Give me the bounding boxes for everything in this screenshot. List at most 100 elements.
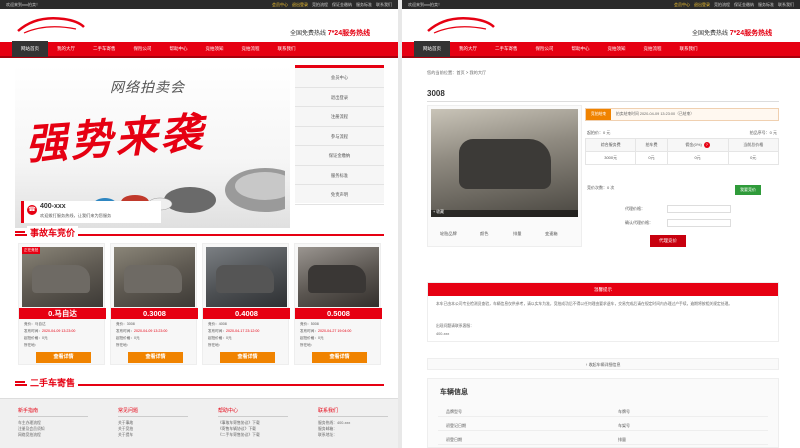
logo-car-icon[interactable] [16,13,86,37]
confirm-price-input[interactable] [667,219,731,227]
service-link[interactable]: 服务标准 [356,2,372,8]
card-date-line: 发布时间：2020-04-09 13:23:00 [116,329,168,333]
tab-color[interactable]: 颜色 [480,231,488,237]
hotline: 全国免费热线 7*24服务热线 [290,30,371,37]
nav-insurance[interactable]: 保险公司 [125,41,161,57]
view-details-button[interactable]: 查看详情 [128,352,183,363]
auction-card[interactable]: 0.4008 竞价：4008 发布时间：2020-04-17 23:12:00 … [202,243,290,365]
nav-flow[interactable]: 竞拍流程 [635,41,671,57]
bid-panel: 竞拍结束 拍卖结束时间 2020-04-09 13:23:00（已结束） 起拍价… [584,105,780,247]
footer-text: 联系地址： [318,433,337,437]
nav-used-cars[interactable]: 二手车寄售 [84,41,125,57]
vehicle-info: 车辆信息 品牌型号 车牌号 初登记日期 车架号 初登日期 排量 [427,378,779,448]
side-member-center[interactable]: 会员中心 [295,68,384,88]
side-service[interactable]: 服务标准 [295,166,384,185]
footer-link[interactable]: 《二手车寄售协议》下载 [218,432,288,438]
tab-tire[interactable]: 轮胎品牌 [440,231,457,237]
nav-home[interactable]: 网站首页 [414,41,450,57]
nav-help[interactable]: 帮助中心 [161,41,197,57]
footer-link[interactable]: 网络竞拍流程 [18,432,88,438]
card-date-line: 发布时间：2020-04-17 23:12:00 [208,329,260,333]
home-page: 欢迎来到xxx拍卖！ 会员中心 退出登录 竞拍流程 保证金缴纳 服务标准 联系我… [0,0,398,448]
side-participate[interactable]: 参与流程 [295,127,384,146]
logout-link[interactable]: 退出登录 [292,2,308,8]
card-line-3: 起拍价格：0元 [116,336,140,340]
fee-header: 综合服务费 [584,138,637,152]
banner-phone-desc: 欢迎拨打服务热线，让我们来为您服务 [40,213,112,218]
deposit-link[interactable]: 保证金缴纳 [734,2,754,8]
auction-card[interactable]: 正在竞拍 0.马自达 竞价：马自达 发布时间：2020-04-09 13:23:… [18,243,106,365]
footer-heading: 新手指南 [18,407,88,417]
side-register[interactable]: 注册流程 [295,107,384,127]
bid-flow-link[interactable]: 竞拍流程 [714,2,730,8]
side-disclaimer[interactable]: 免责声明 [295,185,384,205]
bid-flow-link[interactable]: 竞拍流程 [312,2,328,8]
card-line-1: 竞价：马自达 [24,322,46,326]
status-badge: 竞拍结束 [586,109,611,120]
logout-link[interactable]: 退出登录 [694,2,710,8]
service-link[interactable]: 服务标准 [758,2,774,8]
collapse-toggle[interactable]: ↑ 收起车辆详细信息 [427,358,779,370]
main-car-photo[interactable] [431,109,578,217]
breadcrumb[interactable]: 您的当前位置：首页 > 我的大厅 [427,70,486,76]
member-center-link[interactable]: 会员中心 [674,2,690,8]
notice-contact: 出现问题请联系客服： [436,324,474,328]
nav-notice[interactable]: 竞拍须知 [599,41,635,57]
logo-car-icon[interactable] [426,13,496,37]
footer-link[interactable]: 关于提车 [118,432,188,438]
card-price: 0.马自达 [19,308,106,319]
side-deposit[interactable]: 保证金缴纳 [295,146,384,166]
fee-header: 当前总价格 [727,138,780,152]
member-center-link[interactable]: 会员中心 [272,2,288,8]
fee-header: 佣金(0%)? [666,138,729,152]
screenshot: 欢迎来到xxx拍卖！ 会员中心 退出登录 竞拍流程 保证金缴纳 服务标准 联系我… [0,0,800,448]
info-row: 品牌型号 车牌号 [438,407,768,417]
view-details-button[interactable]: 查看详情 [220,352,275,363]
proxy-bid-button[interactable]: 代理竞价 [650,235,686,247]
start-price: 起拍价：0 元 [587,130,611,135]
contact-link[interactable]: 联系我们 [778,2,794,8]
top-bar: 欢迎来到xxx拍卖！ 会员中心 退出登录 竞拍流程 保证金缴纳 服务标准 联系我… [0,0,398,9]
promo-banner[interactable]: 网络拍卖会 强势来袭 ☎ 400-xxx 欢迎拨打服务热线，让我们来为您服务 [15,65,290,228]
footer: 新手指南 车主办理流程 注册及会员须知 网络竞拍流程 常见问题 关于事故 关于竞… [0,398,398,448]
card-line-4: 所在地： [300,343,315,347]
footer-col-guide: 新手指南 车主办理流程 注册及会员须知 网络竞拍流程 [18,407,88,438]
nav-contact[interactable]: 联系我们 [671,41,707,57]
nav-notice[interactable]: 竞拍须知 [197,41,233,57]
nav-used-cars[interactable]: 二手车寄售 [486,41,527,57]
collapse-label: 收起车辆详细信息 [588,362,621,367]
car-photo[interactable] [22,247,103,307]
car-photo[interactable] [298,247,379,307]
fee-table: 综合服务费 拍车费 佣金(0%)? 当前总价格 3000元 0元 0元 0元 [584,138,780,165]
auction-card[interactable]: 0.3008 竞价：3008 发布时间：2020-04-09 13:23:00 … [110,243,198,365]
section-marker [15,381,25,383]
fee-value: 0元 [727,151,780,165]
welcome-text: 欢迎来到xxx拍卖！ [6,1,40,7]
nav-home[interactable]: 网站首页 [12,41,48,57]
auction-card[interactable]: 0.5008 竞价：5008 发布时间：2020-04-27 19:04:00 … [294,243,382,365]
section-accident-bids: 事故车竞价 [15,226,384,239]
side-logout[interactable]: 退出登录 [295,88,384,107]
tab-gearbox[interactable]: 变速箱 [545,231,558,237]
car-photo[interactable] [114,247,195,307]
view-details-button[interactable]: 查看详情 [36,352,91,363]
bid-button[interactable]: 我要竞价 [735,185,761,195]
nav-contact[interactable]: 联系我们 [269,41,305,57]
nav-insurance[interactable]: 保险公司 [527,41,563,57]
proxy-price-input[interactable] [667,205,731,213]
car-photo[interactable] [206,247,287,307]
tab-displacement[interactable]: 排量 [513,231,521,237]
help-icon[interactable]: ? [703,142,710,148]
status-badge: 正在竞拍 [22,247,41,254]
hotline: 全国免费热线 7*24服务热线 [692,30,773,37]
contact-link[interactable]: 联系我们 [376,2,392,8]
nav-help[interactable]: 帮助中心 [563,41,599,57]
deposit-link[interactable]: 保证金缴纳 [332,2,352,8]
nav-hall[interactable]: 我的大厅 [450,41,486,57]
notice-text: 本车已由本公司专业检测员查验，车辆信息仅供参考，请以实车为准，竞拍成功后不得以任… [436,302,733,306]
view-details-button[interactable]: 查看详情 [312,352,367,363]
nav-hall[interactable]: 我的大厅 [48,41,84,57]
card-line-3: 起拍价格：0元 [208,336,232,340]
favorite-button[interactable]: + 收藏 [433,210,444,215]
nav-flow[interactable]: 竞拍流程 [233,41,269,57]
